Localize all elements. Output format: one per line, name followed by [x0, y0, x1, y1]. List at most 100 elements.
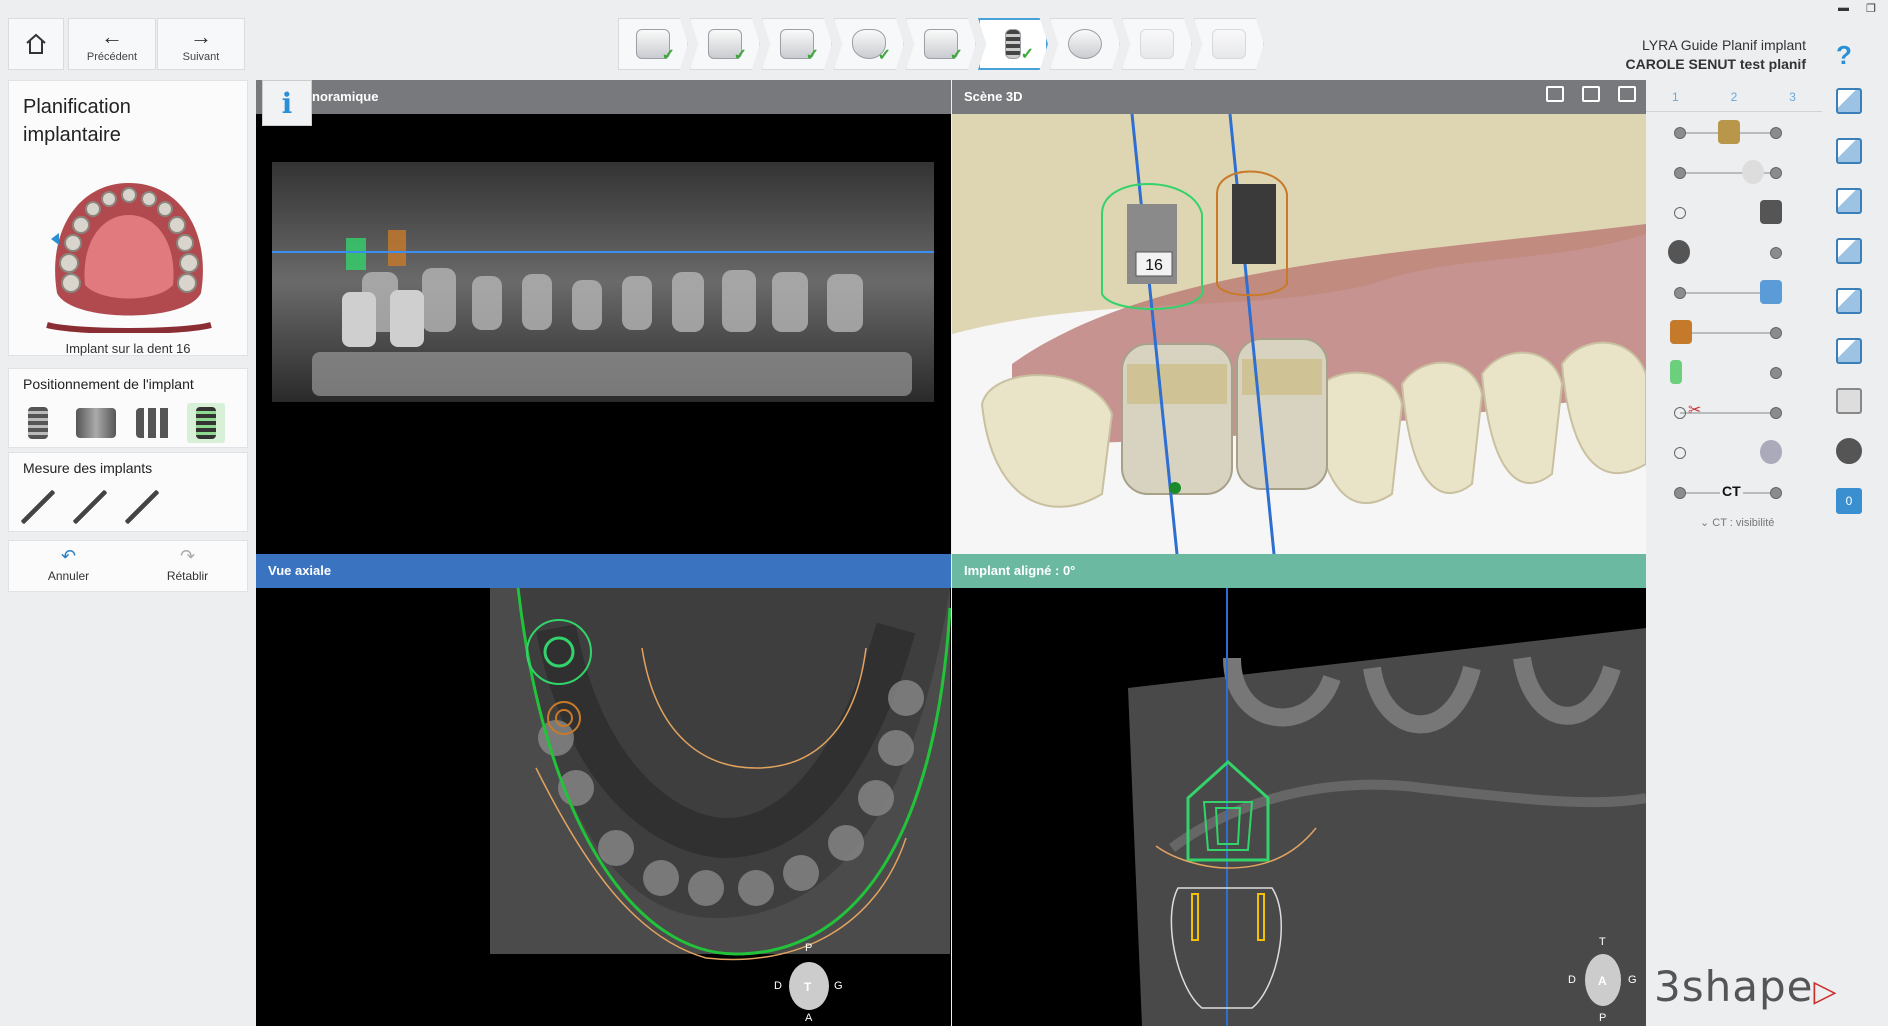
visibility-slider-max[interactable] [1770, 327, 1782, 339]
visibility-row-nerve: ✂ [1646, 392, 1822, 432]
scene-3d-title: Scène 3D [964, 89, 1023, 104]
visibility-slider-min[interactable] [1674, 487, 1686, 499]
camera-icon[interactable] [1836, 438, 1862, 464]
visibility-slider-max[interactable] [1770, 127, 1782, 139]
info-icon: i [281, 86, 293, 120]
maximize-view-icon[interactable] [1618, 86, 1636, 102]
implant-tool-button[interactable] [19, 403, 57, 443]
orient-left-label: D [1568, 974, 1576, 986]
tooth-view-icon[interactable] [1836, 388, 1862, 414]
crown-17[interactable] [1236, 338, 1328, 490]
crown-16[interactable] [1121, 343, 1233, 495]
view-left-icon[interactable] [1836, 188, 1862, 214]
scene-3d-viewport[interactable]: Scène 3D 16 [952, 80, 1646, 554]
axial-viewport[interactable]: Vue axiale P D T G A [256, 554, 951, 1026]
implant-apex-handle[interactable] [1169, 482, 1181, 494]
angle-measure-icon [73, 490, 107, 524]
scanbody-visibility-icon[interactable] [1760, 280, 1782, 304]
visibility-tab-1[interactable]: 1 [1672, 90, 1679, 111]
visibility-toggle[interactable] [1770, 247, 1782, 259]
home-button[interactable] [8, 18, 64, 70]
brand-logo: 3shape▷ [1654, 962, 1838, 1011]
implant-17-model[interactable] [1232, 184, 1276, 264]
view-back-icon[interactable] [1836, 138, 1862, 164]
sleeve-visibility-icon[interactable] [1760, 200, 1782, 224]
comments-badge-icon[interactable]: 0 [1836, 488, 1862, 514]
step-sleeve[interactable] [1050, 18, 1120, 70]
next-button[interactable]: → Suivant [157, 18, 245, 70]
visibility-slider-max[interactable] [1770, 407, 1782, 419]
step-guide-design[interactable] [1122, 18, 1192, 70]
step-output[interactable] [1194, 18, 1264, 70]
implant-position-tool-button[interactable] [187, 403, 225, 443]
screenshot-icon[interactable] [1546, 86, 1564, 102]
visibility-row-sleeve [1646, 192, 1822, 232]
restore-button[interactable]: ❐ [1866, 2, 1876, 15]
abutment-visibility-icon[interactable] [1668, 240, 1690, 264]
nerve-distance-button[interactable] [123, 487, 161, 527]
angle-measure-button[interactable] [71, 487, 109, 527]
distance-measure-button[interactable] [19, 487, 57, 527]
sleeve-icon [76, 408, 116, 438]
undo-label: Annuler [47, 568, 90, 583]
visibility-row-guide [1646, 432, 1822, 472]
restore-view-icon[interactable] [1582, 86, 1600, 102]
axial-ct-slice[interactable] [256, 588, 951, 1026]
previous-button[interactable]: ← Précédent [68, 18, 156, 70]
visibility-toggle[interactable] [1674, 207, 1686, 219]
visibility-tab-2[interactable]: 2 [1731, 90, 1738, 111]
panoramic-xray-image[interactable] [272, 162, 934, 402]
step-order-form[interactable]: ✓ [618, 18, 688, 70]
view-right-icon[interactable] [1836, 238, 1862, 264]
sleeve-tool-button[interactable] [71, 403, 121, 443]
visibility-slider-max[interactable] [1770, 167, 1782, 179]
help-icon[interactable]: ? [1836, 40, 1852, 71]
antagonist-icon[interactable] [1718, 120, 1740, 144]
scene-3d-render[interactable]: 16 [952, 114, 1646, 554]
ct-visibility-label: CT : visibilité [1712, 517, 1775, 529]
view-front-icon[interactable] [1836, 88, 1862, 114]
visibility-slider-min[interactable] [1674, 167, 1686, 179]
info-button[interactable]: i [262, 80, 312, 126]
undo-button[interactable]: ↶ Annuler [9, 541, 128, 587]
implant-visibility-icon[interactable] [1670, 360, 1682, 384]
view-top-icon[interactable] [1836, 288, 1862, 314]
visibility-slider-max[interactable] [1770, 487, 1782, 499]
aligned-ct-slice[interactable] [952, 588, 1646, 1026]
aligned-implant-viewport[interactable]: Implant aligné : 0° T D A G P [952, 554, 1646, 1026]
step-segmentation[interactable]: ✓ [762, 18, 832, 70]
scissors-icon[interactable]: ✂ [1688, 400, 1710, 424]
minimize-button[interactable]: ▬ [1838, 2, 1849, 14]
visibility-toggle[interactable] [1770, 367, 1782, 379]
step-jaw-alignment[interactable]: ✓ [906, 18, 976, 70]
orient-center-label: A [1598, 974, 1607, 988]
visibility-slider-min[interactable] [1674, 127, 1686, 139]
visibility-toggle[interactable] [1674, 407, 1686, 419]
check-icon: ✓ [1020, 46, 1034, 63]
visibility-slider-min[interactable] [1674, 287, 1686, 299]
ct-visibility-toggle[interactable]: ⌄ CT : visibilité [1700, 516, 1774, 529]
visibility-tab-3[interactable]: 3 [1789, 90, 1796, 111]
orientation-head-axial[interactable]: P D T G A [774, 942, 844, 1024]
view-bottom-icon[interactable] [1836, 338, 1862, 364]
check-icon: ✓ [877, 47, 891, 64]
guide-visibility-icon[interactable] [1760, 440, 1782, 464]
project-name: LYRA Guide Planif implant [1642, 37, 1806, 53]
redo-button[interactable]: ↷ Rétablir [128, 541, 247, 587]
aligned-header: Implant aligné : 0° [952, 554, 1646, 588]
orient-bottom-label: A [805, 1012, 813, 1024]
brand-triangle-icon: ▷ [1813, 974, 1838, 1009]
sleeve-icon [1068, 29, 1102, 59]
step-implant-planning[interactable]: ✓ [978, 18, 1048, 70]
visibility-toggle[interactable] [1674, 447, 1686, 459]
panoramic-viewport[interactable]: noramique [256, 80, 951, 554]
undo-redo-bar: ↶ Annuler ↷ Rétablir [8, 540, 248, 592]
step-scan-import[interactable]: ✓ [690, 18, 760, 70]
visibility-slider-track[interactable] [1680, 332, 1776, 334]
bone-visibility-icon[interactable] [1670, 320, 1692, 344]
crown-visibility-icon[interactable] [1742, 160, 1764, 184]
orientation-head-aligned[interactable]: T D A G P [1568, 936, 1638, 1024]
multi-implant-tool-button[interactable] [135, 403, 173, 443]
step-crown[interactable]: ✓ [834, 18, 904, 70]
workflow-steps: ✓ ✓ ✓ ✓ ✓ ✓ [618, 18, 1266, 70]
